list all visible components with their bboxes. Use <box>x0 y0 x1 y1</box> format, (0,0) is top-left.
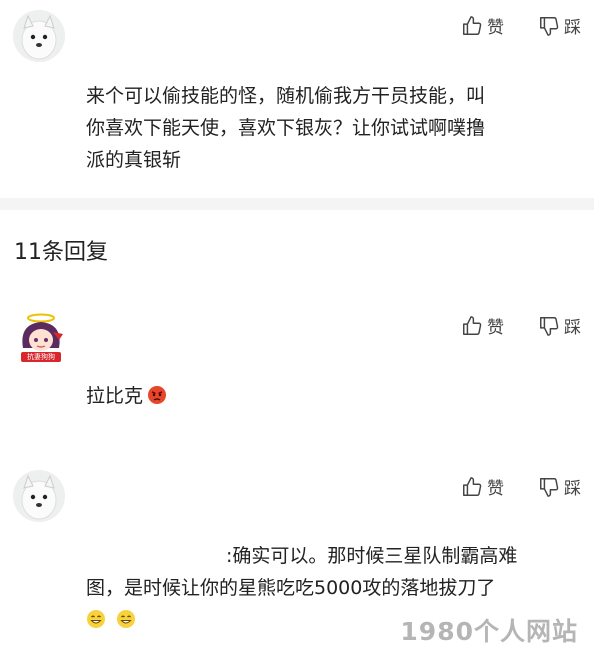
comment-text: 来个可以偷技能的怪，随机偷我方干员技能，叫 你喜欢下能天使，喜欢下银灰？让你试试… <box>86 80 586 176</box>
comment-line: 你喜欢下能天使，喜欢下银灰？让你试试啊噗撸 <box>86 117 486 139</box>
comment-line: 派的真银斩 <box>86 149 182 171</box>
dislike-label: 踩 <box>564 318 581 338</box>
thumbs-up-icon <box>463 315 482 335</box>
like-button[interactable]: 赞 <box>461 13 504 38</box>
avatar-badge: 抗妻狗狗 <box>27 353 55 361</box>
dislike-button[interactable]: 踩 <box>538 474 581 499</box>
dislike-button[interactable]: 踩 <box>538 13 581 38</box>
grin-face-icon <box>87 610 105 628</box>
angry-face-icon <box>148 386 167 404</box>
reply-line: :确实可以。那时候三星队制霸高难 <box>226 545 518 567</box>
dislike-label: 踩 <box>564 18 581 38</box>
thumbs-up-icon <box>463 15 482 35</box>
thumbs-down-icon <box>540 316 559 336</box>
avatar[interactable] <box>13 470 65 522</box>
like-label: 赞 <box>487 479 504 499</box>
thumbs-down-icon <box>540 16 559 36</box>
like-button[interactable]: 赞 <box>461 313 504 338</box>
like-label: 赞 <box>487 318 504 338</box>
avatar[interactable] <box>13 10 65 62</box>
watermark: 1980个人网站 <box>400 617 578 646</box>
comment-line: 来个可以偷技能的怪，随机偷我方干员技能，叫 <box>86 85 486 107</box>
replies-count-header: 11条回复 <box>14 240 108 265</box>
like-label: 赞 <box>487 18 504 38</box>
dislike-button[interactable]: 踩 <box>538 313 581 338</box>
thumbs-up-icon <box>463 476 482 496</box>
reply-line: 拉比克 <box>86 385 144 407</box>
thumbs-down-icon <box>540 477 559 497</box>
reply-text: 拉比克 <box>86 380 167 412</box>
like-button[interactable]: 赞 <box>461 474 504 499</box>
avatar[interactable]: 抗妻狗狗 <box>13 310 69 366</box>
white-dog-avatar-icon <box>13 470 65 522</box>
white-dog-avatar-icon <box>13 10 65 62</box>
grin-face-icon <box>117 610 136 628</box>
reply-line: 图，是时候让你的星熊吃吃5000攻的落地拔刀了 <box>86 577 496 599</box>
section-divider <box>0 198 594 210</box>
dislike-label: 踩 <box>564 479 581 499</box>
